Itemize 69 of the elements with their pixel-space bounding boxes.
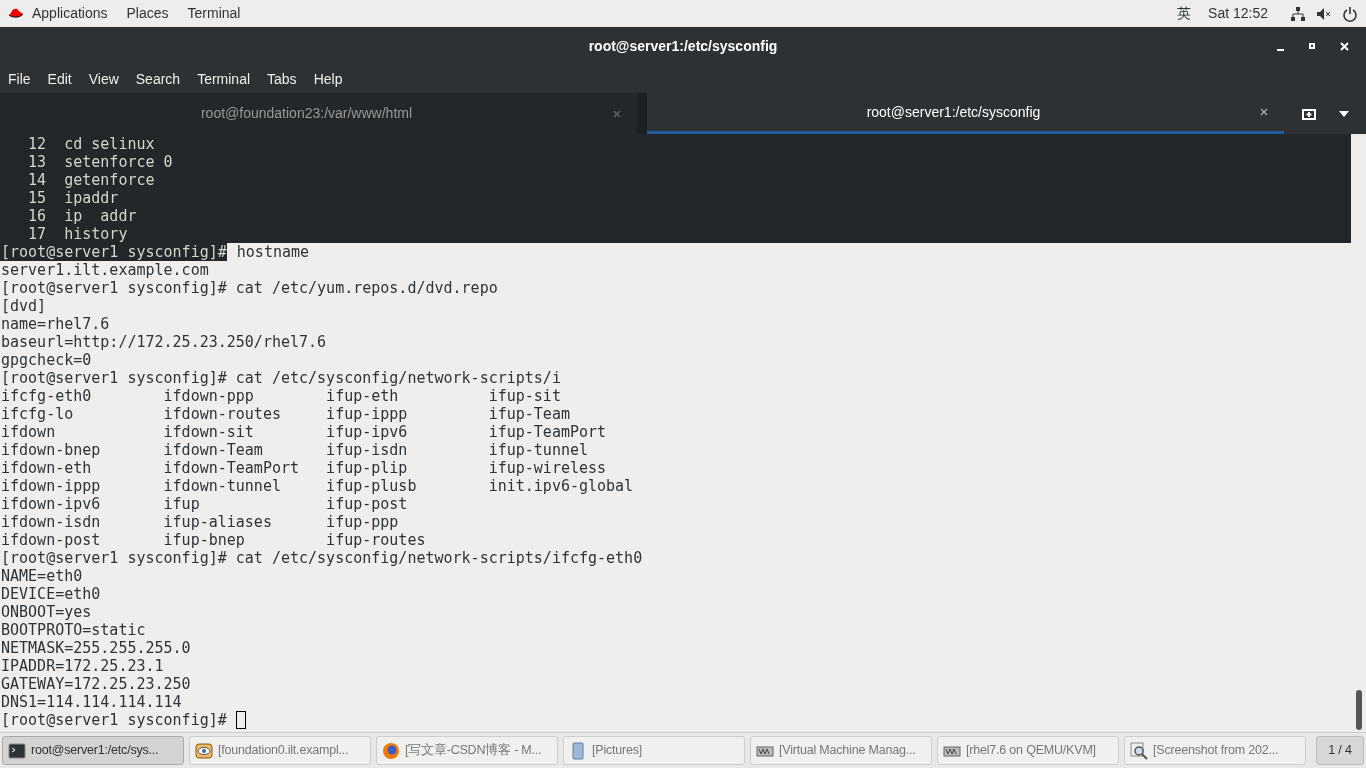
terminal-line: ifcfg-eth0 ifdown-ppp ifup-eth ifup-sit — [1, 387, 561, 405]
terminal-line: DEVICE=eth0 — [1, 585, 101, 603]
document-icon — [569, 741, 587, 760]
close-icon — [1339, 41, 1349, 51]
dropdown-icon[interactable] — [1339, 110, 1349, 117]
terminal-line: name=rhel7.6 — [1, 315, 110, 333]
terminal-line: ifdown-ippp ifdown-tunnel ifup-plusb init.ipv6-global — [1, 477, 634, 495]
terminal-line: NETMASK=255.255.255.0 — [1, 639, 191, 657]
menu-item[interactable]: Edit — [47, 68, 72, 90]
menu-item[interactable]: Help — [313, 68, 343, 90]
terminal-tab[interactable]: root@foundation23:/var/www/html — [0, 93, 637, 134]
terminal-line: ifdown-eth ifdown-TeamPort ifup-plip ifup-wireless — [1, 459, 607, 477]
terminal-line: 16 ip addr — [27, 207, 137, 225]
terminal-line: 13 setenforce 0 — [27, 153, 173, 171]
clock[interactable]: Sat 12:52 — [1208, 3, 1268, 24]
menu-item[interactable]: File — [8, 68, 31, 90]
taskbar-button[interactable]: [Pictures] — [563, 736, 745, 765]
menu-item[interactable]: Search — [135, 68, 181, 90]
terminal-line: 15 ipaddr — [27, 189, 119, 207]
terminal-line: baseurl=http://172.25.23.250/rhel7.6 — [1, 333, 327, 351]
taskbar-button[interactable]: [foundation0.ilt.exampl... — [189, 736, 371, 765]
terminal-line: GATEWAY=172.25.23.250 — [1, 675, 191, 693]
terminal-line: ONBOOT=yes — [1, 603, 92, 621]
terminal-line: 12 cd selinux — [27, 135, 155, 153]
terminal-line: gpgcheck=0 — [1, 351, 92, 369]
power-icon[interactable] — [1342, 5, 1358, 22]
terminal-line: 17 history — [27, 225, 128, 243]
window-title: root@server1:/etc/sysconfig — [588, 37, 778, 54]
terminal-line: server1.ilt.example.com — [1, 261, 209, 279]
terminal-line: ifdown-bnep ifdown-Team ifup-isdn ifup-tunnel — [1, 441, 588, 459]
terminal-line: DNS1=114.114.114.114 — [1, 693, 182, 711]
menu-item[interactable]: Terminal — [197, 68, 251, 90]
magnifier-icon — [1130, 741, 1148, 760]
taskbar-button[interactable]: [Virtual Machine Manag... — [750, 736, 932, 765]
close-icon[interactable] — [613, 109, 621, 118]
taskbar-button[interactable]: [rhel7.6 on QEMU/KVM] — [937, 736, 1119, 765]
eye-icon — [195, 741, 213, 760]
top-menu[interactable]: Applications — [32, 3, 108, 24]
terminal-line: [root@server1 sysconfig]# cat /etc/yum.repos.d/dvd.repo — [1, 279, 498, 297]
terminal-line: NAME=eth0 — [1, 567, 83, 585]
terminal-line: ifcfg-lo ifdown-routes ifup-ippp ifup-Team — [1, 405, 570, 423]
browser-icon — [382, 741, 400, 760]
terminal-line: ifdown ifdown-sit ifup-ipv6 ifup-TeamPort — [1, 423, 607, 441]
taskbar-button[interactable]: [Screenshot from 202... — [1124, 736, 1306, 765]
input-method[interactable]: 英 — [1177, 3, 1192, 24]
workspace-indicator[interactable]: 1 / 4 — [1316, 736, 1364, 765]
terminal-line: [root@server1 sysconfig]# cat /etc/sysconfig/network-scripts/ifcfg-eth0 — [1, 549, 643, 567]
terminal-tab[interactable]: root@server1:/etc/sysconfig — [647, 93, 1284, 134]
text-cursor — [235, 711, 246, 729]
network-icon[interactable] — [1290, 5, 1306, 22]
hat-icon — [8, 6, 24, 21]
close-icon[interactable] — [1260, 108, 1268, 116]
terminal-line: IPADDR=172.25.23.1 — [1, 657, 164, 675]
terminal-line: 14 getenforce — [27, 171, 155, 189]
terminal-line: BOOTPROTO=static — [1, 621, 146, 639]
terminal-line: ifdown-post ifup-bnep ifup-routes — [1, 531, 426, 549]
menu-item[interactable]: Tabs — [267, 68, 297, 90]
terminal-text: [root@server1 sysconfig]# — [0, 243, 227, 261]
terminal-line: [root@server1 sysconfig]# cat /etc/sysconfig/network-scripts/i — [1, 369, 561, 387]
terminal-line: [dvd] — [1, 297, 47, 315]
taskbar-button[interactable]: root@server1:/etc/sys... — [2, 736, 184, 765]
menu-item[interactable]: View — [88, 68, 119, 90]
taskbar-button[interactable]: [写文章-CSDN博客 - M... — [376, 736, 558, 765]
top-menu[interactable]: Places — [126, 3, 169, 24]
terminal-line: ifdown-ipv6 ifup ifup-post — [1, 495, 408, 513]
top-menu[interactable]: Terminal — [187, 3, 241, 24]
terminal-prompt: [root@server1 sysconfig]# — [1, 711, 228, 729]
terminal-icon — [8, 741, 26, 760]
terminal-line: ifdown-isdn ifup-aliases ifup-ppp — [1, 513, 399, 531]
